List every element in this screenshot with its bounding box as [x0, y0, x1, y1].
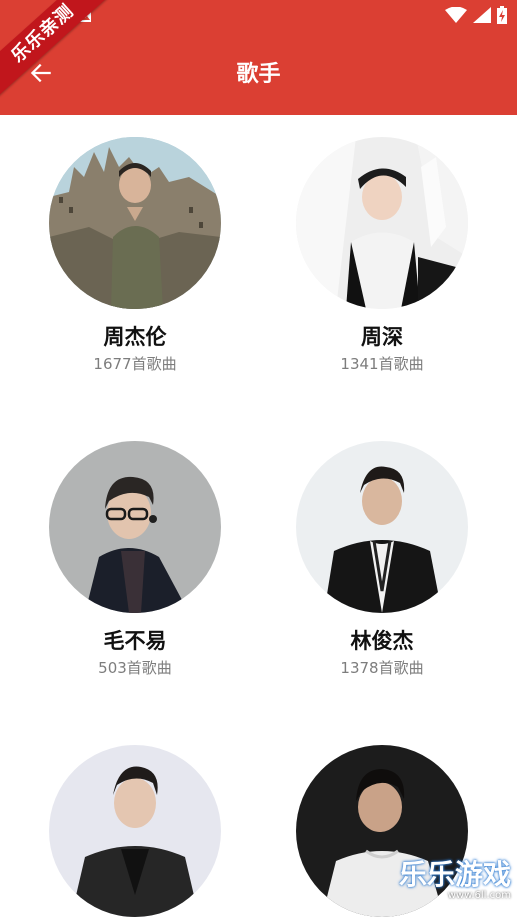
singer-card[interactable]: 林俊杰 1378首歌曲: [282, 441, 482, 678]
singer-avatar: [49, 137, 221, 309]
singer-avatar: [296, 441, 468, 613]
song-count: 1378首歌曲: [340, 659, 424, 677]
song-count: 1677首歌曲: [93, 355, 177, 373]
singer-card[interactable]: 毛不易 503首歌曲: [35, 441, 235, 678]
singer-avatar: [49, 745, 221, 917]
singer-avatar: [296, 137, 468, 309]
song-count: 1341首歌曲: [340, 355, 424, 373]
wifi-icon: [445, 6, 467, 23]
singer-name: 周杰伦: [103, 325, 167, 349]
signal-icon: [473, 7, 491, 23]
song-count: 503首歌曲: [98, 659, 172, 677]
singer-avatar: [49, 441, 221, 613]
singer-card[interactable]: 周深 1341首歌曲: [282, 137, 482, 374]
watermark-url: www.6ll.com: [447, 890, 511, 901]
page-title: 歌手: [236, 62, 281, 87]
singer-name: 周深: [361, 325, 403, 349]
app-screen: 歌手 乐乐亲测 周杰伦 1677首歌曲 周深 1341首歌曲 毛不易 503首歌…: [0, 0, 517, 920]
singer-card[interactable]: 周杰伦 1677首歌曲: [35, 137, 235, 374]
battery-icon: [497, 6, 507, 24]
singer-name: 林俊杰: [350, 629, 414, 653]
site-watermark: 乐乐游戏 www.6ll.com: [391, 860, 511, 908]
watermark-title: 乐乐游戏: [398, 858, 511, 891]
singer-name: 毛不易: [103, 629, 167, 653]
status-icons: [445, 6, 507, 24]
singer-card[interactable]: [35, 745, 235, 920]
